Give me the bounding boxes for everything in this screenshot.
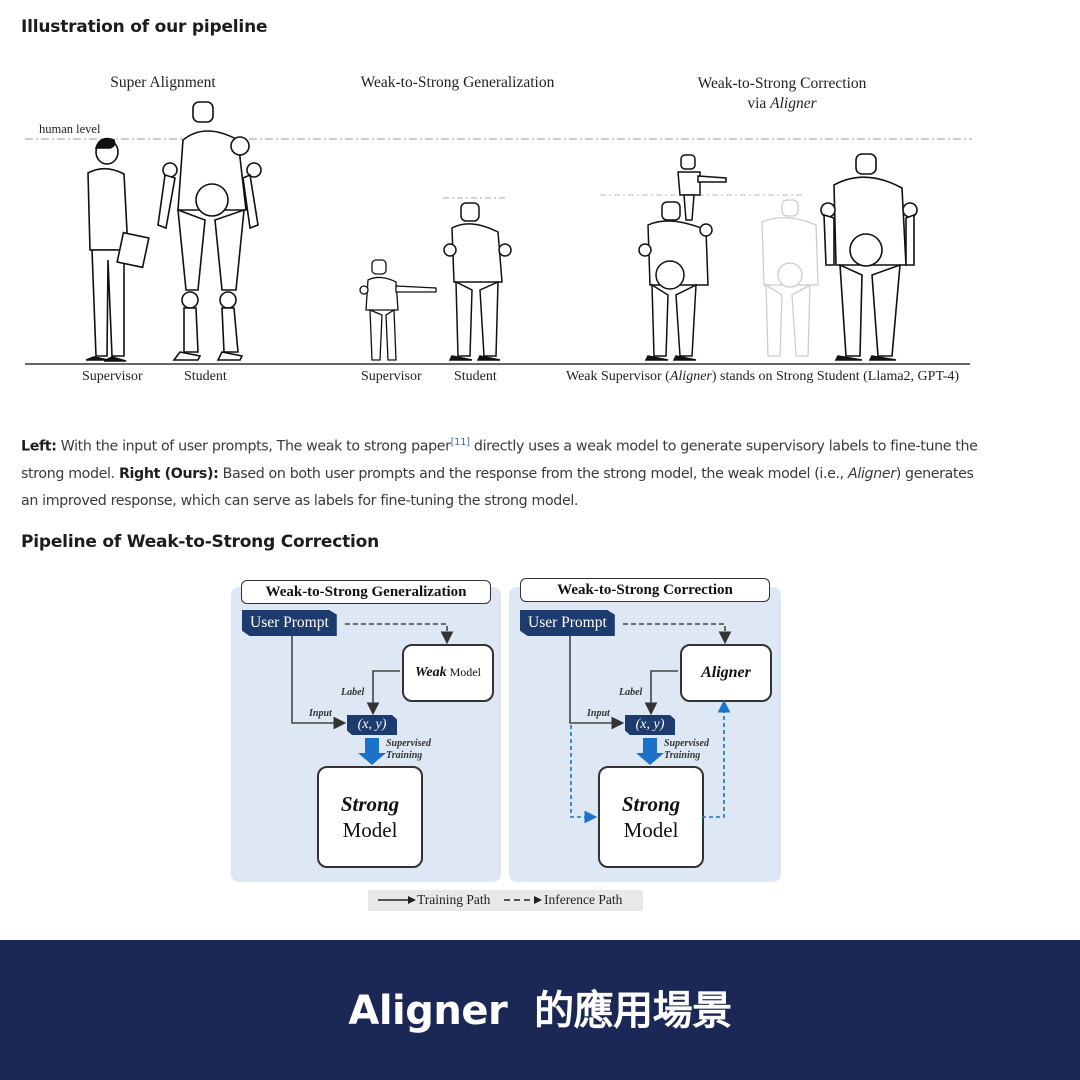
- training-arrow-input-right: [569, 636, 625, 730]
- pipeline-diagram: Weak-to-Strong Generalization User Promp…: [230, 575, 790, 915]
- caption-mid-supervisor: Supervisor: [361, 369, 422, 384]
- caption-right: Weak Supervisor (Aligner) stands on Stro…: [566, 369, 960, 384]
- caption-left-supervisor: Supervisor: [82, 369, 143, 384]
- supervised-training-arrow-right: [636, 738, 664, 765]
- legend: Training Path Inference Path: [368, 890, 643, 911]
- inference-arrow-prompt-to-aligner: [623, 623, 732, 645]
- inference-path-legend-icon: [504, 896, 542, 904]
- supervised-training-arrow: [358, 738, 386, 765]
- strong-robot-student-figure-middle: [443, 202, 512, 361]
- caption-left-student: Student: [184, 369, 227, 384]
- legend-inference-path: Inference Path: [544, 892, 623, 907]
- training-path-legend-icon: [378, 896, 416, 904]
- inference-arrow-to-strong: [570, 725, 598, 824]
- strong-robot-figure-right: [820, 153, 918, 361]
- faded-robot-figure: [761, 199, 819, 357]
- strong-robot-with-aligner-figure: [638, 154, 727, 361]
- figure-drawing: [25, 101, 972, 365]
- citation-link[interactable]: [11]: [451, 437, 470, 448]
- strong-robot-figure-left: [157, 101, 262, 361]
- description-paragraph: Left: With the input of user prompts, Th…: [21, 437, 978, 509]
- inference-arrow-prompt-to-weak: [345, 623, 454, 645]
- pipeline-illustration-figure: Super Alignment Weak-to-Strong Generaliz…: [0, 60, 1080, 400]
- training-arrow-label-right: [644, 670, 678, 716]
- caption-mid-student: Student: [454, 369, 497, 384]
- human-supervisor-figure: [85, 137, 150, 362]
- inference-arrow-strong-to-aligner: [702, 699, 731, 818]
- training-arrow-input: [291, 636, 347, 730]
- section-heading-illustration: Illustration of our pipeline: [21, 17, 268, 37]
- footer-title: Aligner 的應用場景: [348, 988, 732, 1034]
- pipeline-arrows: [291, 623, 732, 824]
- legend-training-path: Training Path: [417, 892, 491, 907]
- weak-robot-supervisor-figure: [359, 259, 437, 361]
- training-arrow-label: [366, 670, 400, 716]
- section-heading-pipeline: Pipeline of Weak-to-Strong Correction: [21, 532, 380, 552]
